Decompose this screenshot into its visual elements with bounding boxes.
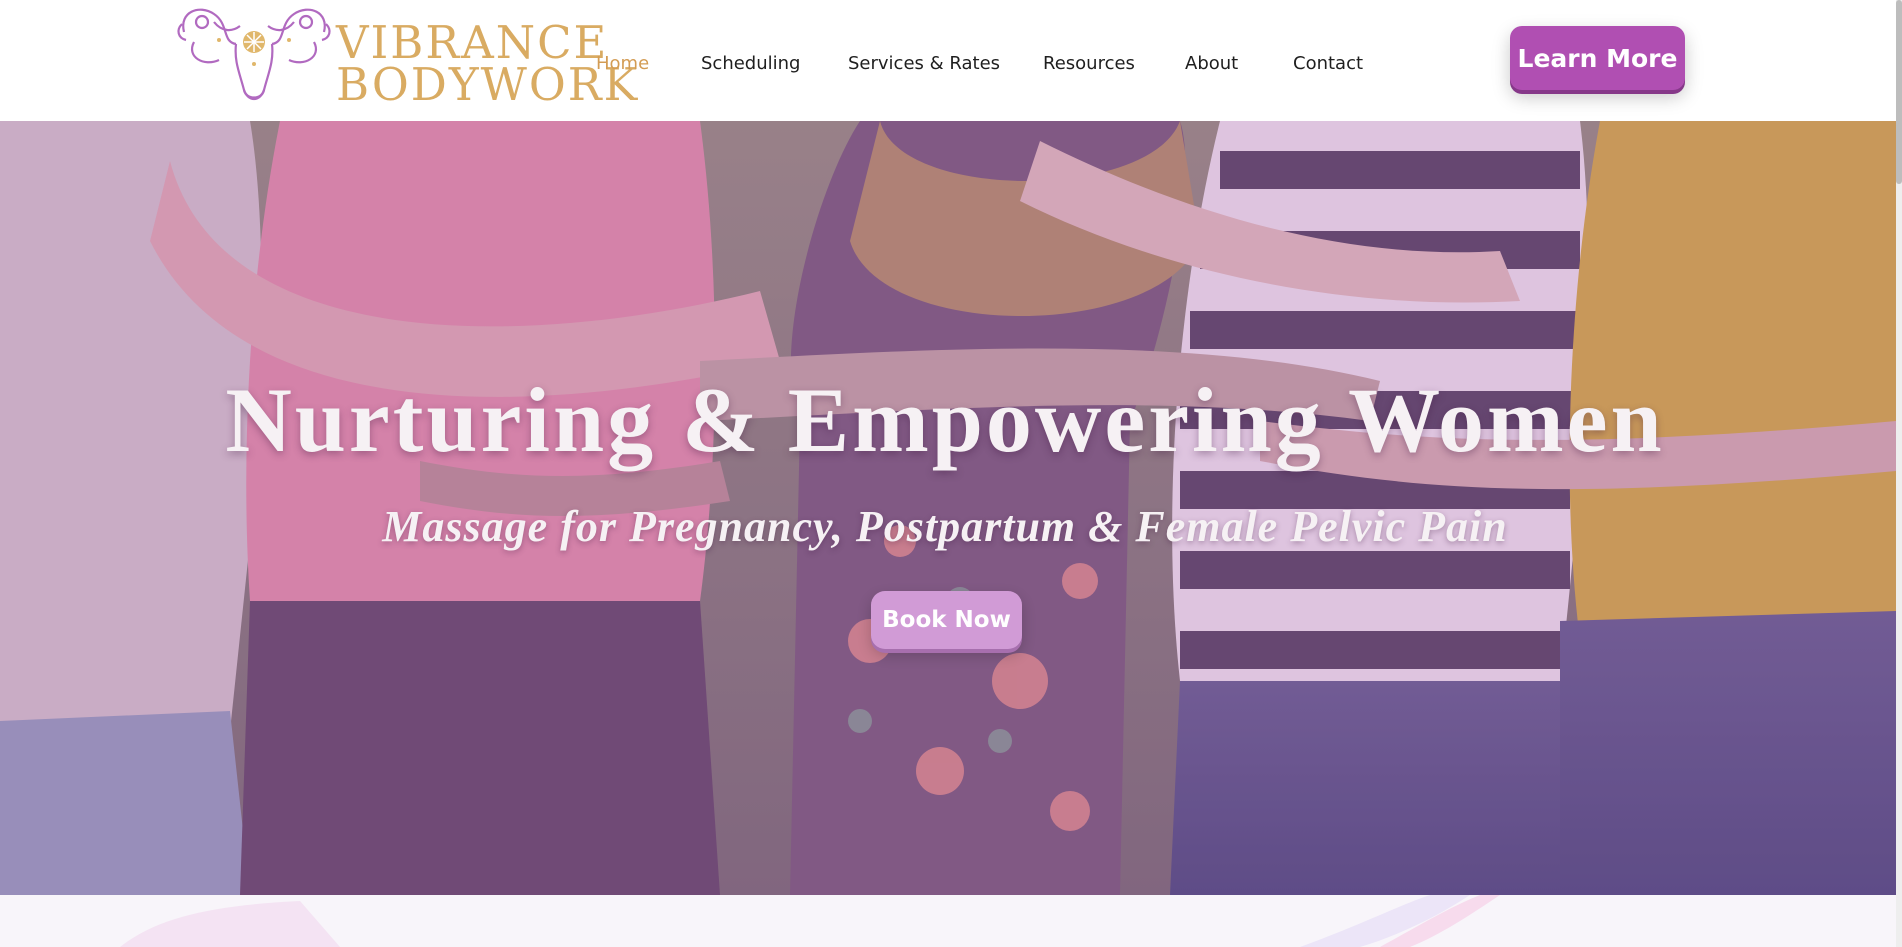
hero-section: Nurturing & Empowering Women Massage for…: [0, 121, 1896, 895]
hero-subtitle: Massage for Pregnancy, Postpartum & Fema…: [382, 502, 1508, 551]
nav-item-home[interactable]: Home: [596, 52, 649, 76]
scrollbar-thumb[interactable]: [1896, 0, 1902, 184]
nav-item-contact[interactable]: Contact: [1293, 52, 1363, 76]
site-header: VIBRANCE BODYWORK Home Scheduling Servic…: [0, 0, 1896, 121]
next-section-decoration: [0, 895, 1896, 947]
hero-title: Nurturing & Empowering Women: [225, 369, 1665, 471]
book-now-button[interactable]: Book Now: [871, 591, 1022, 649]
nav-item-resources[interactable]: Resources: [1043, 52, 1135, 76]
logo-text-bodywork: BODYWORK: [336, 58, 640, 111]
page-scrollbar[interactable]: [1896, 0, 1902, 947]
site-logo[interactable]: VIBRANCE BODYWORK: [174, 2, 637, 107]
decorative-wave: [120, 895, 1500, 947]
uterus-floral-emblem-icon: [177, 8, 331, 101]
learn-more-button[interactable]: Learn More: [1510, 26, 1685, 90]
nav-item-services-rates[interactable]: Services & Rates: [848, 52, 1000, 76]
nav-item-scheduling[interactable]: Scheduling: [701, 52, 800, 76]
nav-item-about[interactable]: About: [1185, 52, 1238, 76]
